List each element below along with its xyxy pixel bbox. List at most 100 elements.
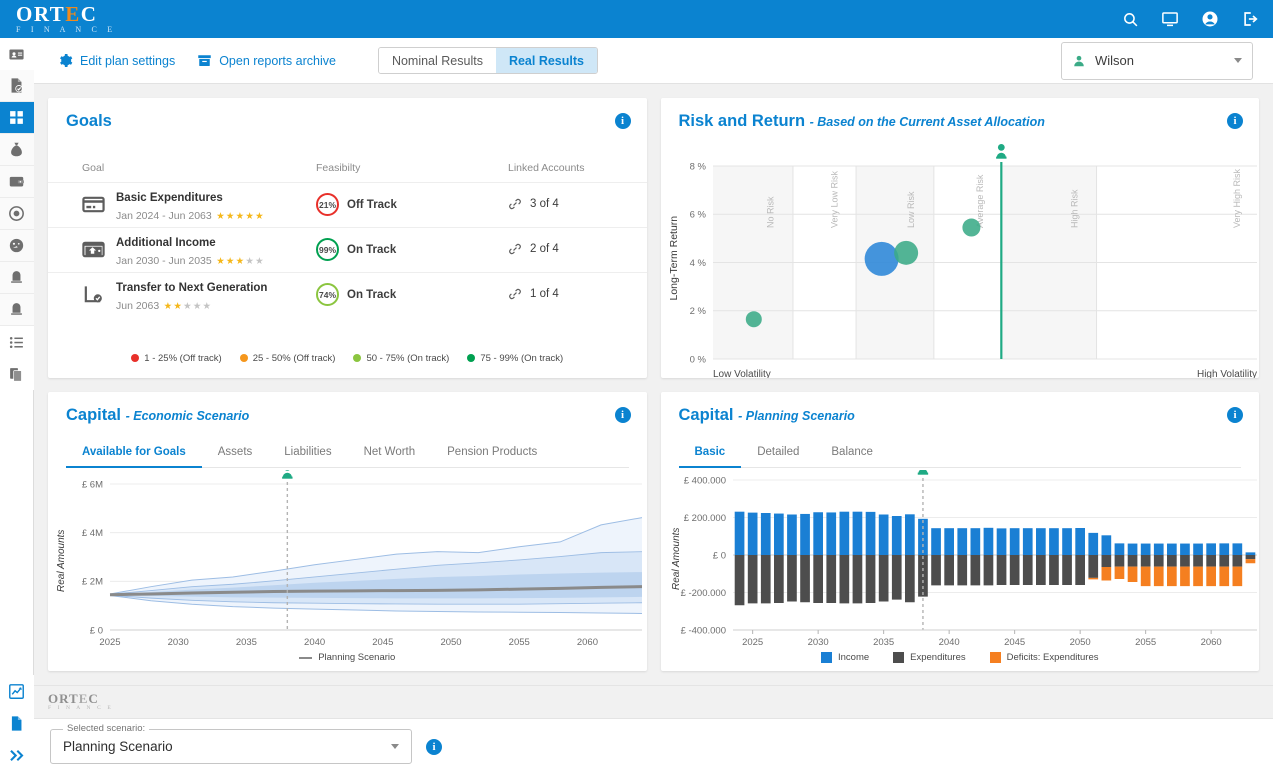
goal-dates: Jan 2024 - Jun 2063 — [116, 210, 212, 222]
tab-assets[interactable]: Assets — [202, 438, 269, 468]
svg-text:2055: 2055 — [1135, 637, 1156, 648]
footer-logo-part-1: ORT — [48, 691, 79, 706]
legend-swatch — [131, 354, 140, 362]
secondary-toolbar: Edit plan settings Open reports archive … — [34, 38, 1273, 84]
account-icon[interactable] — [1201, 10, 1219, 28]
feasibility-status: Off Track — [347, 198, 397, 211]
sidebar-item-document-check[interactable] — [0, 70, 34, 102]
legend-item: Planning Scenario — [299, 652, 395, 663]
expand-chevrons-icon — [10, 749, 24, 761]
tab-basic[interactable]: Basic — [678, 438, 742, 468]
segment-real-results[interactable]: Real Results — [495, 48, 597, 73]
logo-part-2: C — [80, 2, 98, 26]
svg-text:£ 200.000: £ 200.000 — [683, 512, 725, 523]
svg-text:2040: 2040 — [938, 637, 959, 648]
legend-swatch — [467, 354, 476, 362]
goals-table-header: Goal Feasibilty Linked Accounts — [48, 156, 647, 182]
bell-icon — [11, 303, 22, 315]
results-mode-toggle: Nominal Results Real Results — [377, 47, 598, 74]
svg-text:2 %: 2 % — [689, 306, 706, 317]
open-reports-archive-button[interactable]: Open reports archive — [197, 53, 336, 68]
scenario-select-label: Selected scenario: — [63, 723, 150, 734]
sidebar-item-target[interactable] — [0, 198, 34, 230]
risk-return-info-icon[interactable]: i — [1227, 113, 1243, 129]
svg-text:4 %: 4 % — [689, 258, 706, 269]
card-icon — [82, 193, 105, 221]
scenario-info-icon[interactable]: i — [426, 739, 442, 755]
legend-label: 75 - 99% (On track) — [480, 352, 564, 364]
tab-pension-products[interactable]: Pension Products — [431, 438, 553, 468]
goals-column-linked: Linked Accounts — [508, 162, 585, 174]
svg-text:2035: 2035 — [873, 637, 894, 648]
risk-return-subtitle: - Based on the Current Asset Allocation — [809, 115, 1045, 129]
scenario-select[interactable]: Selected scenario: Planning Scenario — [50, 723, 412, 764]
sidebar-item-documents[interactable] — [0, 358, 34, 390]
capital-economic-title-main: Capital — [66, 405, 122, 424]
sidebar-item-bell-2[interactable] — [0, 294, 34, 326]
svg-text:No Risk: No Risk — [765, 196, 775, 228]
monitor-icon[interactable] — [1161, 10, 1179, 28]
goal-feasibility-cell: 21% Off Track — [316, 193, 397, 216]
legend-label: Income — [838, 652, 870, 663]
tab-balance[interactable]: Balance — [815, 438, 889, 468]
footer-logo-wordmark: ORTEC — [48, 692, 113, 705]
svg-text:2050: 2050 — [440, 637, 461, 648]
capital-planning-info-icon[interactable]: i — [1227, 406, 1243, 423]
table-row[interactable]: Basic Expenditures Jan 2024 - Jun 2063 ★… — [48, 182, 647, 227]
search-icon[interactable] — [1122, 11, 1139, 28]
tab-net-worth[interactable]: Net Worth — [348, 438, 432, 468]
legend-item: Expenditures — [893, 652, 966, 663]
sidebar-item-contact-card[interactable] — [0, 38, 34, 70]
svg-text:2060: 2060 — [1200, 637, 1221, 648]
sidebar-item-wallet[interactable] — [0, 166, 34, 198]
svg-text:Low Volatility: Low Volatility — [713, 369, 771, 378]
tab-available-for-goals[interactable]: Available for Goals — [66, 438, 202, 468]
goal-name: Additional Income — [116, 237, 216, 249]
logo-subtitle: F I N A N C E — [16, 25, 117, 34]
sidebar-item-dashboard[interactable] — [0, 102, 34, 134]
capital-economic-tabs: Available for Goals Assets Liabilities N… — [66, 438, 629, 468]
goal-priority-stars: ★★★★★ — [163, 301, 213, 312]
contact-card-icon — [9, 49, 24, 59]
tab-liabilities[interactable]: Liabilities — [268, 438, 347, 468]
link-icon — [509, 243, 521, 255]
segment-nominal-results[interactable]: Nominal Results — [378, 48, 496, 73]
open-reports-archive-label: Open reports archive — [219, 53, 336, 68]
footer-logo-bar: ORTEC F I N A N C E — [34, 685, 1273, 718]
goals-info-icon[interactable]: i — [614, 113, 631, 129]
sidebar-item-list[interactable] — [0, 326, 34, 358]
bell-icon — [11, 271, 22, 283]
edit-plan-settings-button[interactable]: Edit plan settings — [58, 53, 175, 68]
sidebar-item-file[interactable] — [0, 707, 34, 739]
sidebar-item-bell-1[interactable] — [0, 262, 34, 294]
table-row[interactable]: Additional Income Jan 2030 - Jun 2035 ★★… — [48, 227, 647, 272]
sidebar-item-gauge[interactable] — [0, 230, 34, 262]
header-icon-group — [1122, 10, 1259, 28]
capital-planning-title-main: Capital — [678, 405, 734, 424]
capital-economic-info-icon[interactable]: i — [614, 406, 631, 423]
legend-swatch — [893, 652, 905, 663]
goal-name: Transfer to Next Generation — [116, 282, 268, 294]
gear-icon — [60, 54, 73, 68]
scenario-selector-bar: Selected scenario: Planning Scenario i — [34, 718, 1273, 771]
goals-column-goal: Goal — [82, 162, 105, 174]
footer-ortec-logo: ORTEC F I N A N C E — [48, 692, 113, 712]
table-row[interactable]: Transfer to Next Generation Jun 2063 ★★★… — [48, 272, 647, 317]
sidebar-item-trend-chart[interactable] — [0, 675, 34, 707]
tab-detailed[interactable]: Detailed — [741, 438, 815, 468]
dashboard-grid-icon — [10, 111, 23, 124]
user-selector-dropdown[interactable]: Wilson — [1061, 41, 1253, 80]
sidebar-expand-button[interactable] — [0, 739, 34, 771]
sidebar-item-money-bag[interactable] — [0, 134, 34, 166]
transfer-icon — [82, 283, 105, 311]
linked-accounts-value: 3 of 4 — [530, 198, 559, 210]
legend-label: Expenditures — [910, 652, 966, 663]
footer-logo-part-e: E — [78, 691, 89, 706]
svg-text:£ 400.000: £ 400.000 — [683, 475, 725, 486]
feasibility-status: On Track — [347, 243, 397, 256]
logout-icon[interactable] — [1241, 10, 1259, 28]
file-icon — [11, 715, 22, 731]
svg-text:2055: 2055 — [509, 637, 530, 648]
goal-feasibility-cell: 99% On Track — [316, 238, 396, 261]
goals-title: Goals — [66, 112, 112, 130]
